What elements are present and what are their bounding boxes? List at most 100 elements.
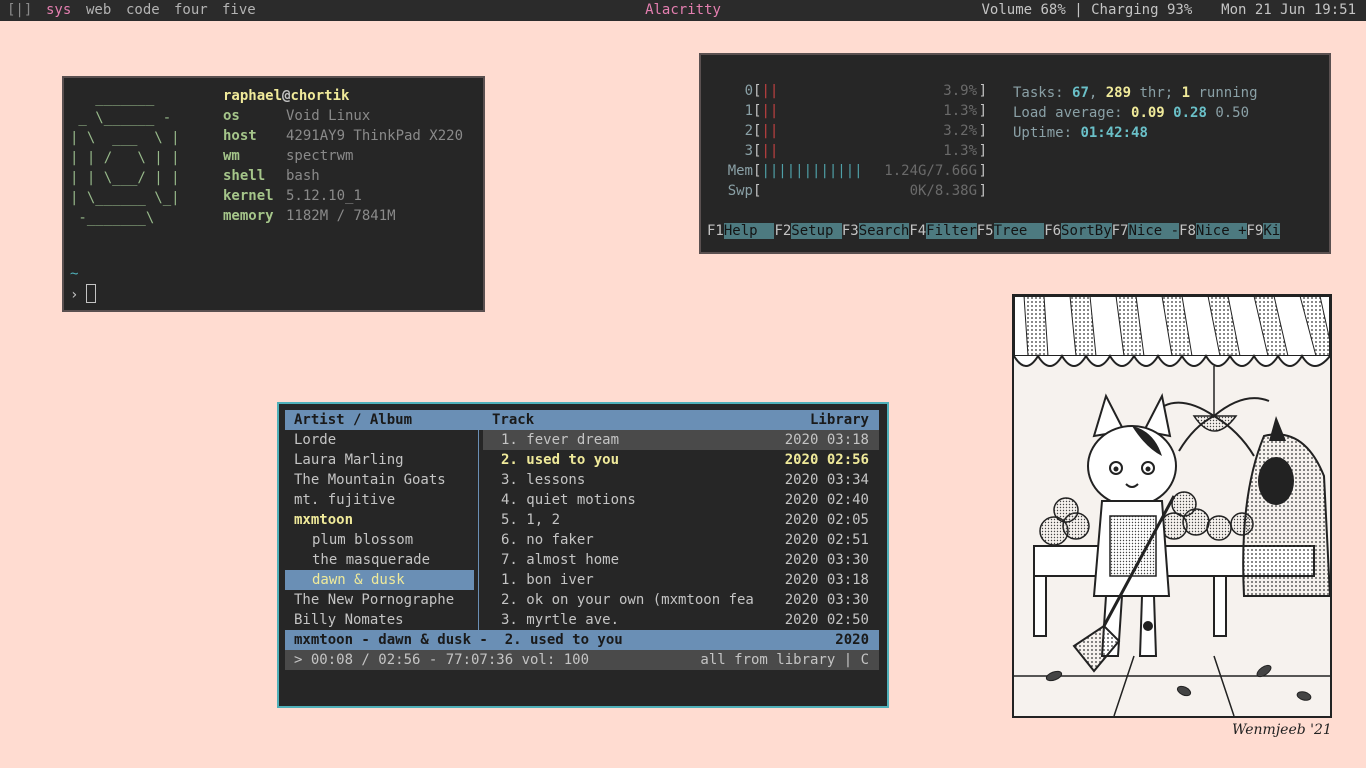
- track-year: 2020: [784, 592, 819, 608]
- fetch-key: kernel: [223, 188, 274, 204]
- track-length: 02:51: [826, 532, 869, 548]
- fetch-key: wm: [223, 148, 240, 164]
- workspace-code[interactable]: code: [126, 0, 160, 21]
- cpu-id: 2: [744, 123, 753, 139]
- track-row-playing[interactable]: 2. used to you 2020 02:56: [483, 450, 879, 470]
- artist-row-active[interactable]: mxmtoon: [285, 510, 474, 530]
- artist-name: mt. fujitive: [294, 492, 396, 508]
- fetch-row-os: os Void Linux: [223, 106, 370, 126]
- fkey-number: F1: [707, 223, 724, 239]
- track-length: 03:18: [826, 572, 869, 588]
- layout-indicator[interactable]: [|]: [7, 0, 32, 21]
- track-row-cursor[interactable]: 1. fever dream 2020 03:18: [483, 430, 879, 450]
- track-title: 1. fever dream: [501, 432, 620, 448]
- task-count: 67: [1072, 85, 1089, 101]
- fkey-number: F3: [841, 223, 859, 239]
- fkey-search[interactable]: Search: [858, 223, 910, 239]
- cpu-id: 1: [744, 103, 753, 119]
- fkey-nice-plus[interactable]: Nice +: [1195, 223, 1247, 239]
- track-title: 3. lessons: [501, 472, 586, 488]
- cpu-bar: ||: [761, 123, 779, 139]
- track-row[interactable]: 1. bon iver 2020 03:18: [483, 570, 879, 590]
- artist-row[interactable]: The Mountain Goats: [285, 470, 474, 490]
- artist-signature: Wenmjeeb '21: [1232, 722, 1332, 738]
- terminal-window-cmus[interactable]: Artist / Album Track Library Lorde Laura…: [277, 402, 889, 708]
- track-row[interactable]: 4. quiet motions 2020 02:40: [483, 490, 879, 510]
- workspace-web[interactable]: web: [86, 0, 111, 21]
- cpu-percent: 1.3%: [943, 143, 977, 159]
- track-length: 02:50: [826, 612, 869, 628]
- fkey-number: F7: [1111, 223, 1129, 239]
- fkey-number: F5: [976, 223, 994, 239]
- cmus-header: Artist / Album Track Library: [285, 410, 879, 430]
- workspace-four[interactable]: four: [174, 0, 208, 21]
- fkey-sortby[interactable]: SortBy: [1061, 223, 1112, 239]
- workspace-five[interactable]: five: [222, 0, 256, 21]
- track-title: 7. almost home: [501, 552, 620, 568]
- track-title: 4. quiet motions: [501, 492, 636, 508]
- fetch-row-memory: memory 1182M / 7841M: [223, 206, 396, 226]
- user-at-host: raphael@chortik: [223, 86, 349, 106]
- fetch-key: memory: [223, 208, 274, 224]
- fkey-number: F2: [774, 223, 792, 239]
- artist-row[interactable]: The New Pornographe: [285, 590, 474, 610]
- fkey-number: F9: [1246, 223, 1264, 239]
- cpu-percent: 3.9%: [943, 83, 977, 99]
- column-track: Track: [492, 412, 535, 428]
- uptime-label: Uptime:: [1013, 125, 1073, 141]
- fkey-filter[interactable]: Filter: [926, 223, 977, 239]
- battery-status: Charging 93%: [1091, 2, 1193, 18]
- artist-name: Billy Nomates: [294, 612, 404, 628]
- uptime-value: 01:42:48: [1080, 125, 1148, 141]
- fetch-value: 1182M / 7841M: [286, 208, 396, 224]
- track-year: 2020: [784, 432, 819, 448]
- pane-divider: [478, 430, 479, 630]
- fkey-kill[interactable]: Ki: [1263, 223, 1281, 239]
- track-row[interactable]: 7. almost home 2020 03:30: [483, 550, 879, 570]
- album-row[interactable]: the masquerade: [285, 550, 474, 570]
- cpu-id: 3: [744, 143, 753, 159]
- track-length: 02:05: [826, 512, 869, 528]
- function-key-bar: F1Help F2Setup F3SearchF4FilterF5Tree F6…: [707, 221, 1281, 241]
- volume-status: Volume 68%: [981, 2, 1066, 18]
- system-status: Volume 68% | Charging 93% Mon 21 Jun 19:…: [982, 0, 1357, 21]
- top-status-bar: [|] sys web code four five Alacritty Vol…: [0, 0, 1366, 21]
- prompt-symbol: ›: [70, 287, 79, 303]
- load-1min: 0.09: [1131, 105, 1165, 121]
- fetch-value: 5.12.10_1: [286, 188, 362, 204]
- terminal-window-htop[interactable]: 0[|| 3.9%] 1[|| 1.3%] 2[|| 3.2%] 3[|| 1.…: [699, 53, 1331, 254]
- artist-row[interactable]: mt. fujitive: [285, 490, 474, 510]
- track-length: 03:18: [826, 432, 869, 448]
- swap-meter: Swp[ 0K/8.38G]: [725, 181, 989, 201]
- shell-prompt[interactable]: ›: [70, 284, 97, 305]
- album-row[interactable]: plum blossom: [285, 530, 474, 550]
- track-length: 03:30: [826, 552, 869, 568]
- playback-status-line: > 00:08 / 02:56 - 77:07:36 vol: 100 all …: [285, 650, 879, 670]
- track-length: 02:40: [826, 492, 869, 508]
- swap-label: Swp: [727, 183, 753, 199]
- mem-label: Mem: [727, 163, 753, 179]
- market-cat-illustration: [1013, 295, 1332, 717]
- track-row[interactable]: 3. lessons 2020 03:34: [483, 470, 879, 490]
- workspace-sys[interactable]: sys: [46, 0, 71, 21]
- fkey-help[interactable]: Help: [723, 223, 775, 239]
- fkey-nice-minus[interactable]: Nice -: [1128, 223, 1180, 239]
- artist-name: The Mountain Goats: [294, 472, 446, 488]
- track-row[interactable]: 5. 1, 2 2020 02:05: [483, 510, 879, 530]
- track-title: 2. used to you: [501, 452, 620, 468]
- track-row[interactable]: 6. no faker 2020 02:51: [483, 530, 879, 550]
- fkey-tree[interactable]: Tree: [993, 223, 1045, 239]
- fetch-value: Void Linux: [286, 108, 371, 124]
- artist-row[interactable]: Laura Marling: [285, 450, 474, 470]
- artist-row[interactable]: Lorde: [285, 430, 474, 450]
- artist-row[interactable]: Billy Nomates: [285, 610, 474, 630]
- track-row[interactable]: 3. myrtle ave. 2020 02:50: [483, 610, 879, 630]
- track-row[interactable]: 2. ok on your own (mxmtoon fea 2020 03:30: [483, 590, 879, 610]
- terminal-window-neofetch[interactable]: _______ _ \______ - | \ ___ \ | | | / \ …: [62, 76, 485, 312]
- album-row-selected[interactable]: dawn & dusk: [285, 570, 474, 590]
- fetch-row-shell: shell bash: [223, 166, 320, 186]
- artist-name: The New Pornographe: [294, 592, 455, 608]
- fkey-setup[interactable]: Setup: [791, 223, 842, 239]
- track-length: 03:30: [826, 592, 869, 608]
- tasks-label: Tasks:: [1013, 85, 1064, 101]
